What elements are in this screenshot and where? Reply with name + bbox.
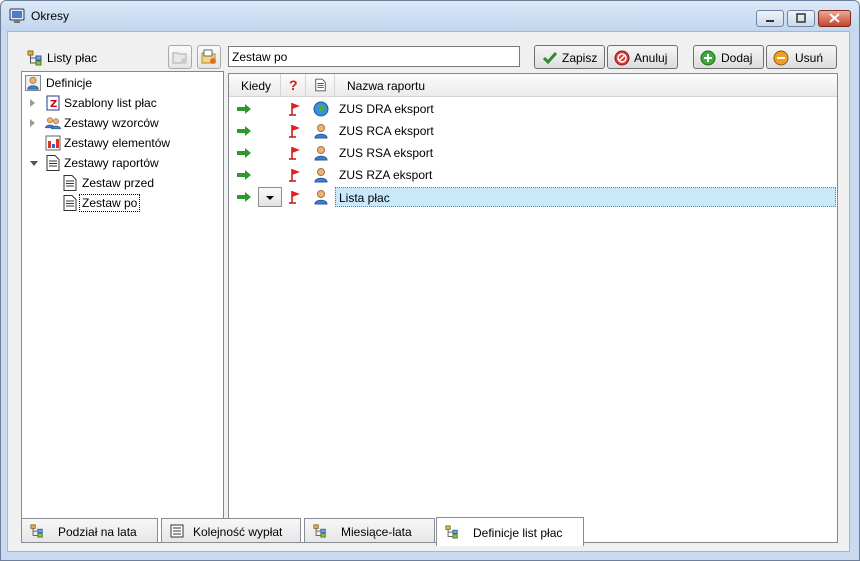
column-divider[interactable] <box>305 74 306 96</box>
flag-icon[interactable] <box>289 124 301 138</box>
save-button[interactable]: Zapisz <box>534 45 605 69</box>
tab-label: Podział na lata <box>58 525 137 539</box>
collapse-arrow-icon[interactable] <box>30 161 38 166</box>
elements-icon <box>45 135 61 151</box>
tree-structure-icon <box>313 524 326 538</box>
close-button[interactable] <box>818 10 851 27</box>
minimize-icon <box>766 20 774 22</box>
arrow-right-icon <box>237 148 251 158</box>
new-folder-button[interactable] <box>168 45 192 69</box>
list-icon <box>170 524 184 538</box>
maximize-button[interactable] <box>787 10 815 27</box>
add-icon <box>700 50 716 66</box>
flag-icon[interactable] <box>289 190 301 204</box>
maximize-icon <box>796 13 806 23</box>
people-icon <box>45 117 61 130</box>
table-row[interactable]: ZUS RSA eksport <box>229 142 837 164</box>
tree-structure-icon <box>30 524 43 538</box>
add-folder-icon <box>172 52 187 64</box>
title-bar[interactable]: Okresy <box>1 1 859 31</box>
arrow-right-icon <box>237 170 251 180</box>
flag-icon[interactable] <box>289 102 301 116</box>
remove-button[interactable]: Usuń <box>766 45 837 69</box>
report-name: Lista płac <box>339 191 390 205</box>
report-name: ZUS DRA eksport <box>339 102 434 116</box>
flag-icon[interactable] <box>289 168 301 182</box>
globe-icon <box>313 101 329 117</box>
arrow-right-icon <box>237 104 251 114</box>
tree-node-szablony[interactable]: Z Szablony list płac <box>30 94 215 112</box>
flag-icon[interactable] <box>289 146 301 160</box>
svg-text:Z: Z <box>50 99 57 110</box>
expand-arrow-icon[interactable] <box>30 119 35 127</box>
cancel-button[interactable]: Anuluj <box>607 45 678 69</box>
table-row[interactable]: ZUS RCA eksport <box>229 120 837 142</box>
column-divider[interactable] <box>280 74 281 96</box>
app-icon <box>9 8 25 23</box>
expand-arrow-icon[interactable] <box>30 99 35 107</box>
tree-structure-icon <box>27 50 43 66</box>
report-name: ZUS RCA eksport <box>339 124 434 138</box>
table-row[interactable]: Lista płac <box>229 186 837 208</box>
add-button[interactable]: Dodaj <box>693 45 764 69</box>
report-name: ZUS RZA eksport <box>339 168 433 182</box>
arrow-right-icon <box>237 126 251 136</box>
remove-label: Usuń <box>795 51 824 65</box>
folder-settings-button[interactable] <box>197 45 221 69</box>
person-icon <box>313 189 329 205</box>
add-label: Dodaj <box>721 51 753 65</box>
tab-label: Definicje list płac <box>473 526 563 540</box>
tree-node-label: Zestaw po <box>79 194 141 212</box>
left-panel-title: Listy płac <box>47 51 98 65</box>
tree-structure-icon <box>445 525 458 539</box>
tab-label: Miesiące-lata <box>341 525 412 539</box>
table-row[interactable]: ZUS DRA eksport <box>229 98 837 120</box>
cancel-label: Anuluj <box>634 51 668 65</box>
tab-podzial-na-lata[interactable]: Podział na lata <box>21 518 158 543</box>
set-name-input[interactable] <box>228 46 520 67</box>
tab-kolejnosc-wyplat[interactable]: Kolejność wypłat <box>161 518 301 543</box>
document-icon <box>63 175 77 191</box>
close-icon <box>829 13 840 23</box>
table-row[interactable]: ZUS RZA eksport <box>229 164 837 186</box>
checkmark-icon <box>543 52 557 64</box>
when-dropdown[interactable] <box>258 187 282 207</box>
tree-node-zestaw-po[interactable]: Zestaw po <box>63 194 215 212</box>
chevron-down-icon <box>266 196 274 200</box>
tree-node-label: Zestaw przed <box>82 176 155 190</box>
document-icon <box>46 155 60 171</box>
arrow-right-icon <box>237 192 251 202</box>
tree-node-zestaw-przed[interactable]: Zestaw przed <box>63 174 215 192</box>
tree-node-label: Zestawy elementów <box>64 136 171 150</box>
tree-node-zestawy-raportow[interactable]: Zestawy raportów <box>30 154 215 172</box>
person-icon <box>313 167 329 183</box>
person-icon <box>25 75 41 91</box>
tree-node-label: Zestawy raportów <box>64 156 159 170</box>
column-header-kiedy[interactable]: Kiedy <box>241 79 271 93</box>
column-header-report-name[interactable]: Nazwa raportu <box>347 79 425 93</box>
document-icon <box>315 78 326 92</box>
tab-miesiace-lata[interactable]: Miesiące-lata <box>304 518 435 543</box>
tree-node-label: Zestawy wzorców <box>64 116 159 130</box>
column-divider[interactable] <box>334 74 335 96</box>
tree-node-label: Szablony list płac <box>64 96 157 110</box>
document-icon <box>63 195 77 211</box>
save-label: Zapisz <box>562 51 598 65</box>
tree-node-zestawy-wzorcow[interactable]: Zestawy wzorców <box>30 114 215 132</box>
tree-node-zestawy-elementow[interactable]: Zestawy elementów <box>30 134 215 152</box>
minimize-button[interactable] <box>756 10 784 27</box>
template-icon: Z <box>46 95 60 111</box>
cancel-icon <box>614 50 630 66</box>
folder-edit-icon <box>201 49 216 64</box>
person-icon <box>313 145 329 161</box>
person-icon <box>313 123 329 139</box>
report-name: ZUS RSA eksport <box>339 146 434 160</box>
remove-icon <box>773 50 789 66</box>
tab-label: Kolejność wypłat <box>193 525 283 539</box>
tab-definicje-list-plac[interactable]: Definicje list płac <box>436 517 584 546</box>
column-header-question[interactable]: ? <box>289 77 298 93</box>
tree-node-label: Definicje <box>46 76 93 90</box>
tree-node-definicje[interactable]: Definicje <box>25 74 215 92</box>
window-title: Okresy <box>31 9 70 23</box>
